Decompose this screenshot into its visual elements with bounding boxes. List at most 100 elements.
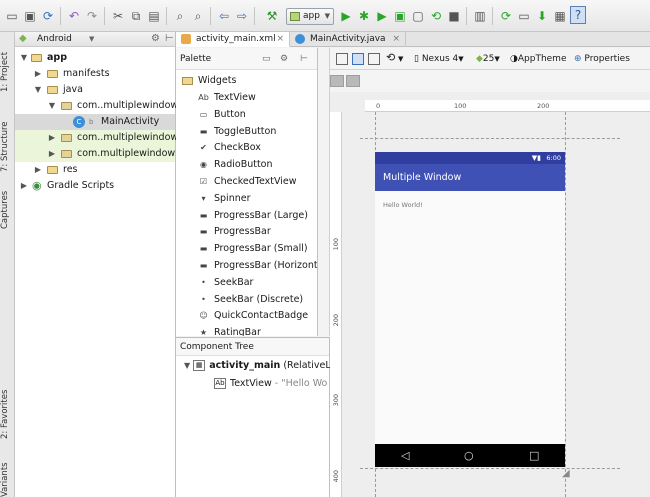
sdk-manager-icon[interactable]: ⬇ [534, 8, 550, 24]
close-icon[interactable]: × [392, 32, 400, 46]
gear-icon[interactable]: ⚙ [151, 32, 160, 46]
palette-item[interactable]: ▬ ProgressBar (Horizontal) [176, 257, 317, 274]
api-select[interactable]: ◆25▼ [476, 53, 500, 66]
tab-structure[interactable]: 7: Structure [0, 112, 15, 182]
design-view-icon[interactable] [336, 53, 348, 65]
both-views-icon[interactable] [368, 53, 380, 65]
gradle-sync-icon[interactable]: ⟳ [498, 8, 514, 24]
palette-item[interactable]: Ab TextView [176, 89, 317, 106]
tab-captures[interactable]: Captures [0, 187, 15, 232]
palette-item[interactable]: ▬ ToggleButton [176, 123, 317, 140]
resize-handle-icon[interactable]: ◢ [562, 468, 570, 479]
palette-item[interactable]: ▬ ProgressBar [176, 223, 317, 240]
wifi-battery-icon: ▼▮ [531, 154, 541, 162]
expanded-arrow-icon[interactable]: ▼ [47, 98, 57, 114]
close-icon[interactable]: × [276, 32, 284, 46]
search-icon[interactable]: ▭ [262, 48, 271, 70]
palette-item[interactable]: • SeekBar [176, 274, 317, 291]
redo-icon[interactable]: ↷ [84, 8, 100, 24]
collapsed-arrow-icon[interactable]: ▶ [47, 130, 57, 146]
run-config-select[interactable]: app ▼ [286, 8, 334, 25]
android-device-monitor-icon[interactable]: ▦ [552, 8, 568, 24]
hello-textview[interactable]: Hello World! [383, 201, 423, 209]
palette-item[interactable]: ☑ CheckedTextView [176, 173, 317, 190]
zoom-out-button[interactable] [330, 75, 344, 87]
palette-group-widgets[interactable]: Widgets [176, 72, 317, 89]
orientation-icon[interactable]: ⟲ [386, 51, 395, 64]
palette-item[interactable]: ★ RatingBar [176, 324, 317, 336]
cut-icon[interactable]: ✂ [110, 8, 126, 24]
tab-mainactivity-java[interactable]: MainActivity.java × [290, 32, 406, 47]
palette-item[interactable]: ▾ Spinner [176, 190, 317, 207]
tree-node-root[interactable]: ▼ ▦ activity_main (RelativeLa [184, 358, 336, 374]
stop-icon[interactable]: ■ [446, 8, 462, 24]
tree-item-res[interactable]: ▶ res [15, 162, 175, 178]
find-icon[interactable]: ⌕ [172, 8, 188, 24]
tree-item-package-test[interactable]: ▶ com.multiplewindow [15, 146, 175, 162]
tree-item-manifests[interactable]: ▶ manifests [15, 66, 175, 82]
save-all-icon[interactable]: ▣ [22, 8, 38, 24]
replace-icon[interactable]: ⌕ [190, 8, 206, 24]
design-canvas[interactable]: 0 100 200 100 200 300 400 ▼▮ 6:00 Multip… [330, 92, 650, 497]
properties-button[interactable]: ⊕ Properties [574, 53, 630, 66]
tab-project[interactable]: 1: Project [0, 42, 15, 102]
tab-activity-main-xml[interactable]: activity_main.xml × [176, 32, 290, 47]
tab-favorites[interactable]: 2: Favorites [0, 387, 15, 442]
palette-item[interactable]: ☺ QuickContactBadge [176, 307, 317, 324]
undo-icon[interactable]: ↶ [66, 8, 82, 24]
tab-build-variants[interactable]: Variants [0, 460, 15, 497]
device-select[interactable]: ▯ Nexus 4▼ [414, 53, 464, 66]
tree-item-package-androidtest[interactable]: ▶ com..multiplewindow [15, 130, 178, 146]
collapse-icon[interactable]: ⊢ [165, 32, 174, 46]
expanded-arrow-icon[interactable]: ▼ [19, 50, 29, 66]
palette-item[interactable]: ✔ CheckBox [176, 139, 317, 156]
run-coverage-icon[interactable]: ▣ [392, 8, 408, 24]
tree-item-gradle-scripts[interactable]: ▶ ◉ Gradle Scripts [15, 178, 175, 194]
class-icon: C [73, 116, 85, 128]
project-view-select[interactable]: Android [37, 32, 72, 46]
paste-icon[interactable]: ▤ [146, 8, 162, 24]
tree-item-mainactivity[interactable]: C b MainActivity [15, 114, 175, 130]
expanded-arrow-icon[interactable]: ▼ [184, 361, 190, 370]
tree-item-package[interactable]: ▼ com..multiplewindow [15, 98, 178, 114]
project-structure-icon[interactable]: ▥ [472, 8, 488, 24]
widget-icon: ☺ [199, 311, 208, 321]
palette-item[interactable]: • SeekBar (Discrete) [176, 291, 317, 308]
device-preview[interactable]: ▼▮ 6:00 Multiple Window Hello World! ◁ ○… [375, 152, 565, 467]
forward-icon[interactable]: ⇨ [234, 8, 250, 24]
gear-icon[interactable]: ⚙ [280, 48, 288, 70]
avd-manager-icon[interactable]: ▭ [516, 8, 532, 24]
palette-scrollbar[interactable] [318, 48, 330, 336]
palette-item[interactable]: ▭ Button [176, 106, 317, 123]
expanded-arrow-icon[interactable]: ▼ [33, 82, 43, 98]
tree-node-textview[interactable]: Ab TextView - "Hello Wo [214, 376, 327, 392]
run-icon[interactable]: ▶ [338, 8, 354, 24]
sync-icon[interactable]: ⟳ [40, 8, 56, 24]
collapsed-arrow-icon[interactable]: ▶ [33, 66, 43, 82]
tree-item-java[interactable]: ▼ java [15, 82, 175, 98]
open-folder-icon[interactable]: ▭ [4, 8, 20, 24]
palette-item[interactable]: ▬ ProgressBar (Large) [176, 207, 317, 224]
help-icon[interactable]: ? [570, 6, 586, 24]
chevron-down-icon[interactable]: ▼ [89, 32, 94, 46]
palette-item[interactable]: ◉ RadioButton [176, 156, 317, 173]
apply-changes-icon[interactable]: ▢ [410, 8, 426, 24]
collapse-icon[interactable]: ⊢ [300, 48, 308, 70]
copy-icon[interactable]: ⧉ [128, 8, 144, 24]
chevron-down-icon[interactable]: ▼ [398, 53, 403, 66]
make-project-icon[interactable]: ⚒ [264, 8, 280, 24]
collapsed-arrow-icon[interactable]: ▶ [33, 162, 43, 178]
back-icon[interactable]: ⇦ [216, 8, 232, 24]
left-tool-strip: 1: Project 7: Structure Captures 2: Favo… [0, 32, 15, 497]
collapsed-arrow-icon[interactable]: ▶ [19, 178, 29, 194]
collapsed-arrow-icon[interactable]: ▶ [47, 146, 57, 162]
theme-select[interactable]: ◑AppTheme [510, 53, 567, 66]
rerun-icon[interactable]: ⟲ [428, 8, 444, 24]
attach-debugger-icon[interactable]: ▶ [374, 8, 390, 24]
blueprint-view-icon[interactable] [352, 53, 364, 65]
module-folder-icon [31, 54, 42, 62]
tree-item-app[interactable]: ▼ app [15, 50, 175, 66]
palette-item[interactable]: ▬ ProgressBar (Small) [176, 240, 317, 257]
debug-icon[interactable]: ✱ [356, 8, 372, 24]
zoom-in-button[interactable] [346, 75, 360, 87]
